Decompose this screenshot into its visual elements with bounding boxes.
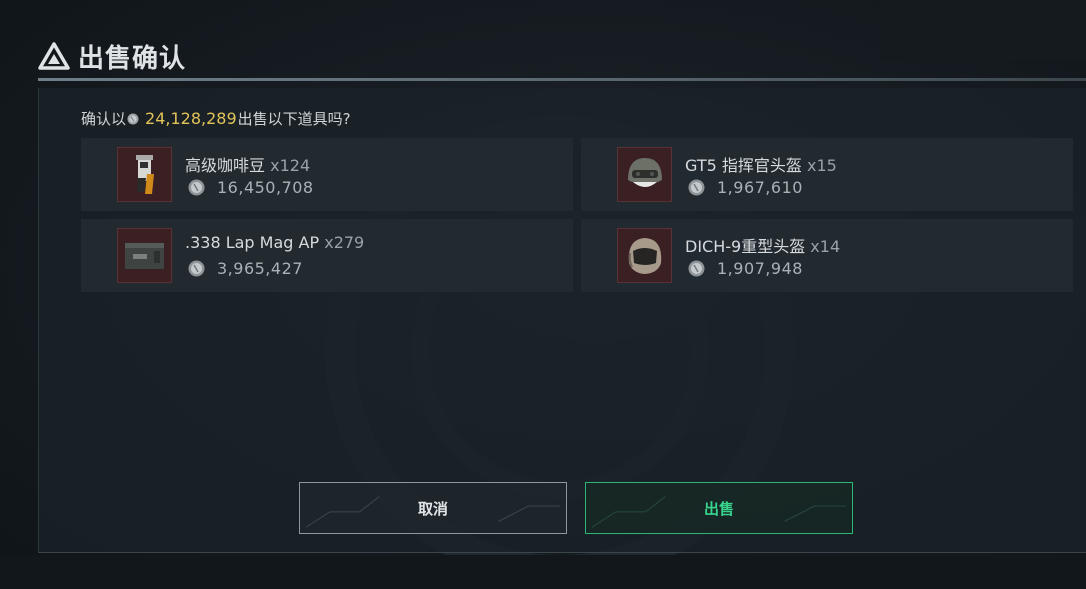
item-quantity: x14 (810, 237, 841, 256)
warning-triangle-icon (38, 42, 70, 70)
coin-icon (688, 260, 705, 277)
sell-confirm-dialog: 确认以 24,128,289 出售以下道具吗? 高级咖啡豆 x124 16,45… (38, 88, 1086, 553)
item-price: 16,450,708 (217, 178, 314, 197)
item-name: .338 Lap Mag AP x279 (185, 233, 365, 252)
item-price-row: 1,967,610 (688, 178, 803, 197)
item-price-row: 3,965,427 (188, 259, 303, 278)
helmet-icon (617, 147, 672, 202)
sell-button[interactable]: 出售 (585, 482, 853, 534)
item-card-338-ammo[interactable]: .338 Lap Mag AP x279 3,965,427 (81, 219, 573, 292)
cancel-button[interactable]: 取消 (299, 482, 567, 534)
item-price: 3,965,427 (217, 259, 303, 278)
item-card-dich9-helmet[interactable]: DICH-9重型头盔 x14 1,907,948 (581, 219, 1073, 292)
coin-icon (688, 179, 705, 196)
header-divider (38, 78, 1086, 81)
confirm-prompt: 确认以 24,128,289 出售以下道具吗? (81, 108, 351, 129)
heavy-helmet-icon (617, 228, 672, 283)
coffee-beans-icon (117, 147, 172, 202)
item-price-row: 1,907,948 (688, 259, 803, 278)
prompt-suffix: 出售以下道具吗? (237, 110, 351, 128)
sell-button-label: 出售 (703, 499, 734, 518)
item-card-coffee-beans[interactable]: 高级咖啡豆 x124 16,450,708 (81, 138, 573, 211)
coin-icon (188, 179, 205, 196)
ammo-box-icon (117, 228, 172, 283)
item-quantity: x124 (270, 156, 311, 175)
coin-icon (127, 113, 139, 124)
total-amount: 24,128,289 (145, 109, 237, 128)
cancel-button-label: 取消 (417, 499, 448, 518)
item-price-row: 16,450,708 (188, 178, 314, 197)
item-quantity: x279 (324, 233, 365, 252)
item-name: 高级咖啡豆 x124 (185, 156, 311, 175)
item-name: DICH-9重型头盔 x14 (685, 237, 841, 256)
item-card-gt5-helmet[interactable]: GT5 指挥官头盔 x15 1,967,610 (581, 138, 1073, 211)
dialog-header: 出售确认 (38, 36, 186, 76)
item-name: GT5 指挥官头盔 x15 (685, 156, 837, 175)
prompt-prefix: 确认以 (81, 110, 127, 128)
item-quantity: x15 (806, 156, 837, 175)
dialog-title: 出售确认 (78, 43, 187, 74)
item-price: 1,907,948 (717, 259, 803, 278)
coin-icon (188, 260, 205, 277)
item-price: 1,967,610 (717, 178, 803, 197)
